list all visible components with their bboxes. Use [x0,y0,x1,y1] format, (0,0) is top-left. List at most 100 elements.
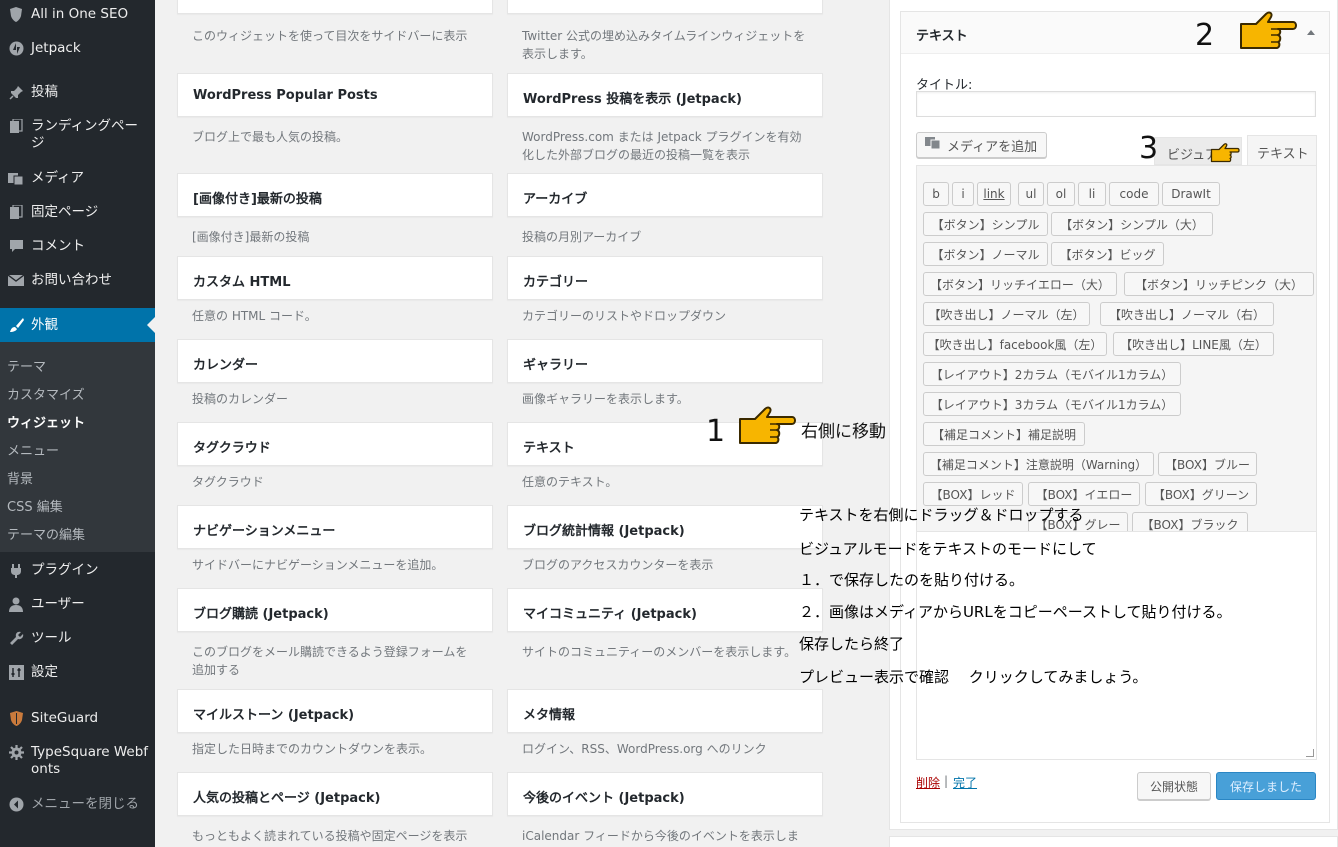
title-input[interactable] [916,91,1316,117]
quicktag-button[interactable]: 【補足コメント】注意説明（Warning） [923,452,1154,476]
widget-item[interactable]: 今後のイベント (Jetpack) [507,772,823,816]
submenu-themes[interactable]: テーマ [7,356,46,375]
widget-item[interactable]: ギャラリー [507,339,823,383]
user-icon [5,595,27,613]
widget-partial-right[interactable] [507,0,823,14]
resize-handle-icon[interactable] [1306,749,1314,757]
submenu-css[interactable]: CSS 編集 [7,496,63,515]
widget-item[interactable]: ブログ統計情報 (Jetpack) [507,505,823,549]
quicktag-button[interactable]: 【ボタン】リッチピンク（大） [1124,272,1314,296]
menu-label: コメント [31,238,85,254]
widget-item[interactable]: マイコミュニティ (Jetpack) [507,588,823,632]
menu-tools[interactable]: ツール [0,629,155,649]
pin-icon [5,83,27,101]
text-editor-textarea[interactable] [916,531,1317,760]
pointing-hand-icon [1240,11,1297,49]
quicktag-button[interactable]: li [1078,182,1106,206]
widget-item[interactable]: [画像付き]最新の投稿 [177,173,493,217]
widget-partial-left[interactable] [177,0,493,14]
quicktag-button[interactable]: 【BOX】グリーン [1145,482,1257,506]
submenu-menus[interactable]: メニュー [7,440,59,459]
widget-item[interactable]: メタ情報 [507,689,823,733]
quicktag-button[interactable]: 【吹き出し】facebook風（左） [923,332,1107,356]
submenu-widgets[interactable]: ウィジェット [7,412,85,431]
quicktag-button[interactable]: i [952,182,974,206]
quicktag-button[interactable]: ol [1047,182,1075,206]
widget-item[interactable]: WordPress 投稿を表示 (Jetpack) [507,73,823,117]
quicktag-button[interactable]: link [977,182,1011,206]
menu-siteguard[interactable]: SiteGuard [0,709,155,729]
text-widget: テキスト タイトル: メディアを追加 ビジュアル テキスト b i link ul ol… [900,11,1330,823]
add-media-button[interactable]: メディアを追加 [916,132,1047,158]
note-line: テキストを右側にドラッグ＆ドロップする [799,506,1084,524]
widget-item[interactable]: ナビゲーションメニュー [177,505,493,549]
menu-label: メニューを閉じる [31,796,139,812]
quicktag-button[interactable]: 【ボタン】ビッグ [1051,242,1164,266]
quicktag-button[interactable]: ul [1018,182,1044,206]
menu-landing-pages[interactable]: ランディングページ [0,117,155,155]
save-button[interactable]: 保存しました [1216,772,1316,800]
menu-appearance[interactable]: 外観 [0,308,155,342]
quicktag-button[interactable]: 【BOX】イエロー [1028,482,1140,506]
widget-item[interactable]: タグクラウド [177,422,493,466]
quicktag-button[interactable]: 【ボタン】シンプル [923,212,1048,236]
widget-desc: 投稿の月別アーカイブ [522,230,642,244]
menu-label: ランディングページ [31,118,139,151]
submenu-theme-editor[interactable]: テーマの編集 [7,524,85,543]
quicktag-button[interactable]: 【吹き出し】ノーマル（左） [923,302,1090,326]
menu-plugins[interactable]: プラグイン [0,561,155,581]
page-icon [5,203,27,221]
quicktag-button[interactable]: DrawIt [1162,182,1220,206]
quicktag-button[interactable]: b [923,182,949,206]
collapse-arrow-icon[interactable] [1307,30,1315,35]
shield-icon [5,5,27,23]
quicktag-button[interactable]: 【補足コメント】補足説明 [923,422,1085,446]
submenu-customize[interactable]: カスタマイズ [7,384,85,403]
note-line: プレビュー表示で確認 クリックしてみましょう。 [799,668,1148,686]
menu-pages[interactable]: 固定ページ [0,203,155,223]
menu-contact[interactable]: お問い合わせ [0,271,155,291]
step-number-3: 3 [1139,131,1159,166]
widget-item[interactable]: WordPress Popular Posts [177,73,493,117]
quicktag-button[interactable]: 【レイアウト】3カラム（モバイル1カラム） [923,392,1181,416]
sidebar-widget-area-next [889,836,1338,847]
quicktag-button[interactable]: 【BOX】ブルー [1158,452,1257,476]
delete-link[interactable]: 削除 [916,774,940,791]
widget-item[interactable]: 人気の投稿とページ (Jetpack) [177,772,493,816]
menu-all-in-one-seo[interactable]: All in One SEO [0,5,155,25]
menu-label: 投稿 [31,84,58,100]
tab-text[interactable]: テキスト [1247,135,1317,166]
submenu-background[interactable]: 背景 [7,468,33,487]
widget-item[interactable]: カテゴリー [507,256,823,300]
menu-label: Jetpack [31,40,81,56]
menu-settings[interactable]: 設定 [0,663,155,683]
widget-item[interactable]: カレンダー [177,339,493,383]
menu-typesquare[interactable]: TypeSquare Webfonts [0,743,155,781]
menu-posts[interactable]: 投稿 [0,83,155,103]
widget-item[interactable]: アーカイブ [507,173,823,217]
widget-desc: カテゴリーのリストやドロップダウン [522,309,727,323]
done-link[interactable]: 完了 [953,774,977,791]
quicktag-button[interactable]: 【レイアウト】2カラム（モバイル1カラム） [923,362,1181,386]
widget-item[interactable]: カスタム HTML [177,256,493,300]
quicktag-button[interactable]: 【BOX】レッド [923,482,1023,506]
quicktag-button[interactable]: 【ボタン】ノーマル [923,242,1048,266]
quicktag-button[interactable]: 【ボタン】シンプル（大） [1051,212,1213,236]
page-stack-icon [5,117,27,135]
quicktag-button[interactable]: 【ボタン】リッチイエロー（大） [923,272,1117,296]
pointing-hand-icon [1210,143,1240,163]
menu-jetpack[interactable]: Jetpack [0,39,155,59]
menu-media[interactable]: メディア [0,169,155,189]
quicktag-button[interactable]: 【吹き出し】LINE風（左） [1113,332,1274,356]
menu-users[interactable]: ユーザー [0,595,155,615]
menu-collapse[interactable]: メニューを閉じる [0,795,155,815]
widget-item[interactable]: ブログ購読 (Jetpack) [177,588,493,632]
media-icon [925,136,941,154]
quicktag-button[interactable]: code [1109,182,1159,206]
quicktag-button[interactable]: 【吹き出し】ノーマル（右） [1100,302,1274,326]
mail-icon [5,271,27,289]
widget-item[interactable]: マイルストーン (Jetpack) [177,689,493,733]
publish-status-button[interactable]: 公開状態 [1137,772,1211,800]
menu-comments[interactable]: コメント [0,237,155,257]
widget-desc: iCalendar フィードから今後のイベントを表示しま [522,829,799,843]
